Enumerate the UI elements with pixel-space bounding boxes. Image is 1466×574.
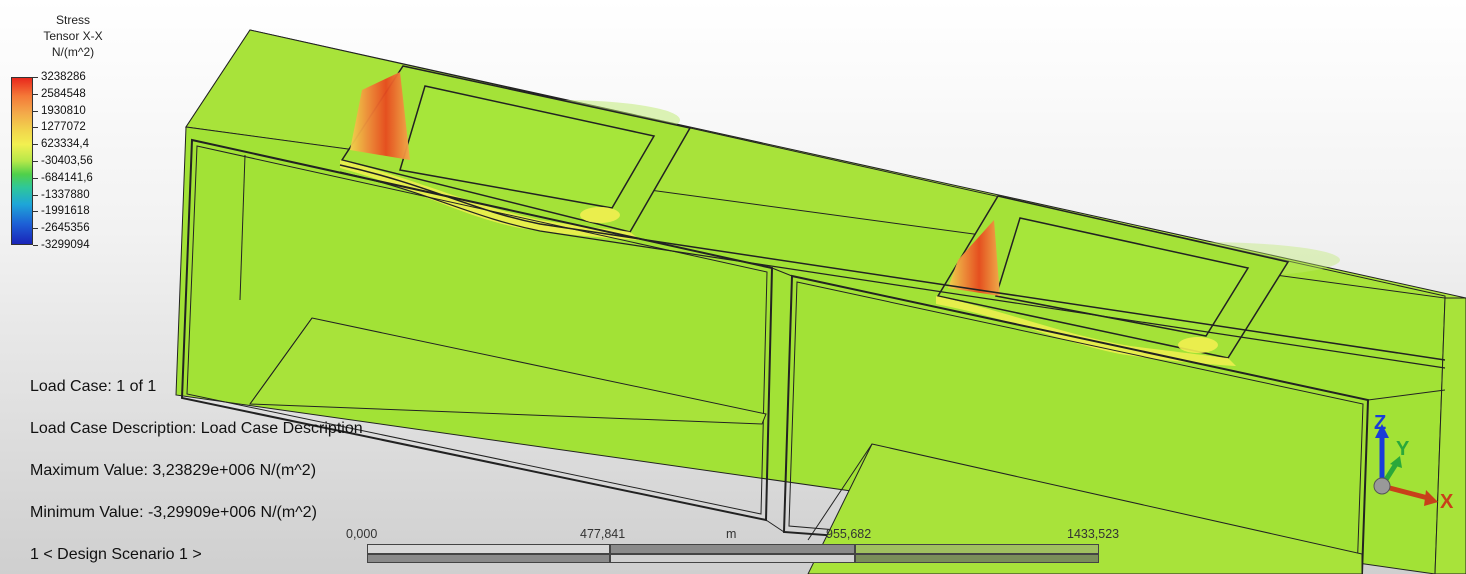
legend-tick (33, 127, 38, 129)
legend-value: 2584548 (41, 87, 86, 100)
legend-title-line: N/(m^2) (51, 45, 95, 59)
legend-tick (33, 77, 38, 78)
legend-tick (33, 245, 38, 246)
legend-tick (33, 228, 38, 230)
scale-unit: m (726, 527, 737, 541)
legend-color-bar (11, 77, 33, 245)
beam-model (175, 29, 1466, 574)
x-axis-label: X (1440, 491, 1454, 513)
load-case-label: Load Case: 1 of 1 (30, 378, 157, 395)
legend-tick (33, 211, 38, 213)
maximum-value: Maximum Value: 3,23829e+006 N/(m^2) (30, 462, 317, 479)
legend-tick (33, 110, 38, 112)
load-case-description: Load Case Description: Load Case Descrip… (30, 420, 363, 437)
design-scenario: 1 < Design Scenario 1 > (30, 546, 202, 563)
model-viewport[interactable] (0, 0, 1466, 574)
scale-tick-label: 0,000 (346, 527, 378, 541)
legend-value: -2645356 (41, 222, 90, 235)
scale-tick-label: 477,841 (580, 527, 626, 541)
legend-value: 3238286 (41, 71, 86, 83)
legend-tick (33, 161, 38, 162)
legend-value: -684141,6 (41, 171, 93, 184)
legend-value: -30403,56 (41, 155, 93, 167)
scale-bar-top (367, 544, 1099, 554)
legend-title-line: Tensor X-X (43, 29, 103, 43)
legend-title: Stress Tensor X-X N/(m^2) (38, 12, 108, 60)
scale-tick-label: 1433,523 (1067, 527, 1120, 541)
legend-title-line: Stress (55, 13, 90, 27)
legend-value: -1337880 (41, 188, 90, 201)
y-axis-label: Y (1396, 438, 1410, 460)
legend-value: 623334,4 (41, 138, 89, 151)
scale-bar-bottom (367, 554, 1099, 563)
legend-tick (33, 144, 38, 146)
legend-value: 1930810 (41, 104, 86, 117)
scale-tick-label: 955,682 (826, 527, 872, 541)
legend-tick (33, 194, 38, 196)
legend-tick (33, 177, 38, 179)
legend-value: 1277072 (41, 121, 86, 134)
z-axis-label: Z (1374, 412, 1387, 434)
legend-tick (33, 93, 38, 95)
legend-value: -3299094 (41, 239, 90, 251)
legend-value: -1991618 (41, 205, 90, 218)
minimum-value: Minimum Value: -3,29909e+006 N/(m^2) (30, 504, 317, 521)
